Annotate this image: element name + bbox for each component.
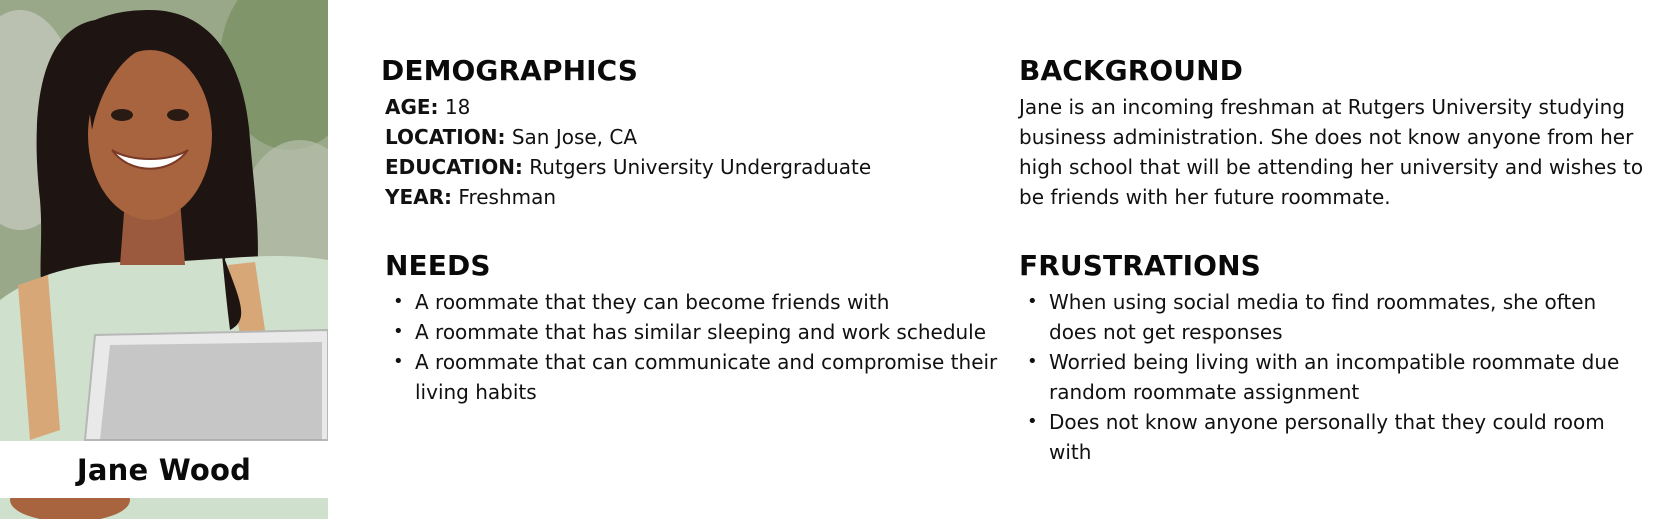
list-item-text: A roommate that has similar sleeping and… — [415, 320, 987, 344]
field-label: LOCATION: — [385, 125, 506, 149]
bullet-icon: • — [1027, 291, 1038, 312]
needs-list: • A roommate that they can become friend… — [385, 287, 1005, 407]
needs-section: NEEDS • A roommate that they can become … — [385, 249, 1005, 407]
bullet-icon: • — [393, 351, 404, 372]
list-item-text: Worried being living with an incompatibl… — [1049, 350, 1620, 404]
persona-name: Jane Wood — [76, 452, 252, 487]
background-text: Jane is an incoming freshman at Rutgers … — [1019, 95, 1644, 209]
bullet-icon: • — [393, 291, 404, 312]
field-label: YEAR: — [385, 185, 453, 209]
demographics-field-education: EDUCATION: Rutgers University Undergradu… — [381, 152, 981, 182]
bullet-icon: • — [393, 321, 404, 342]
needs-heading: NEEDS — [385, 249, 491, 282]
list-item: • A roommate that can communicate and co… — [385, 347, 1005, 407]
list-item-text: Does not know anyone personally that the… — [1049, 410, 1605, 464]
background-section: BACKGROUND Jane is an incoming freshman … — [1019, 54, 1649, 212]
background-heading: BACKGROUND — [1019, 54, 1244, 87]
frustrations-section: FRUSTRATIONS • When using social media t… — [1019, 249, 1649, 467]
list-item: • Worried being living with an incompati… — [1019, 347, 1649, 407]
frustrations-list: • When using social media to find roomma… — [1019, 287, 1649, 467]
list-item-text: A roommate that can communicate and comp… — [415, 350, 998, 404]
field-value: San Jose, CA — [511, 125, 638, 149]
field-value: Freshman — [458, 185, 557, 209]
field-label: AGE: — [385, 95, 439, 119]
demographics-field-age: AGE: 18 — [381, 92, 981, 122]
field-value: Rutgers University Undergraduate — [529, 155, 872, 179]
field-label: EDUCATION: — [385, 155, 523, 179]
demographics-field-year: YEAR: Freshman — [381, 182, 981, 212]
list-item: • A roommate that they can become friend… — [385, 287, 1005, 317]
persona-name-bar: Jane Wood — [0, 441, 328, 498]
list-item: • When using social media to find roomma… — [1019, 287, 1649, 347]
frustrations-heading: FRUSTRATIONS — [1019, 249, 1261, 282]
field-value: 18 — [444, 95, 471, 119]
demographics-section: DEMOGRAPHICS AGE: 18 LOCATION: San Jose,… — [381, 54, 981, 212]
bullet-icon: • — [1027, 411, 1038, 432]
list-item: • A roommate that has similar sleeping a… — [385, 317, 1005, 347]
demographics-field-location: LOCATION: San Jose, CA — [381, 122, 981, 152]
list-item: • Does not know anyone personally that t… — [1019, 407, 1649, 467]
demographics-heading: DEMOGRAPHICS — [381, 54, 639, 87]
list-item-text: A roommate that they can become friends … — [415, 290, 890, 314]
bullet-icon: • — [1027, 351, 1038, 372]
list-item-text: When using social media to find roommate… — [1049, 290, 1597, 344]
persona-photo: Jane Wood — [0, 0, 328, 519]
